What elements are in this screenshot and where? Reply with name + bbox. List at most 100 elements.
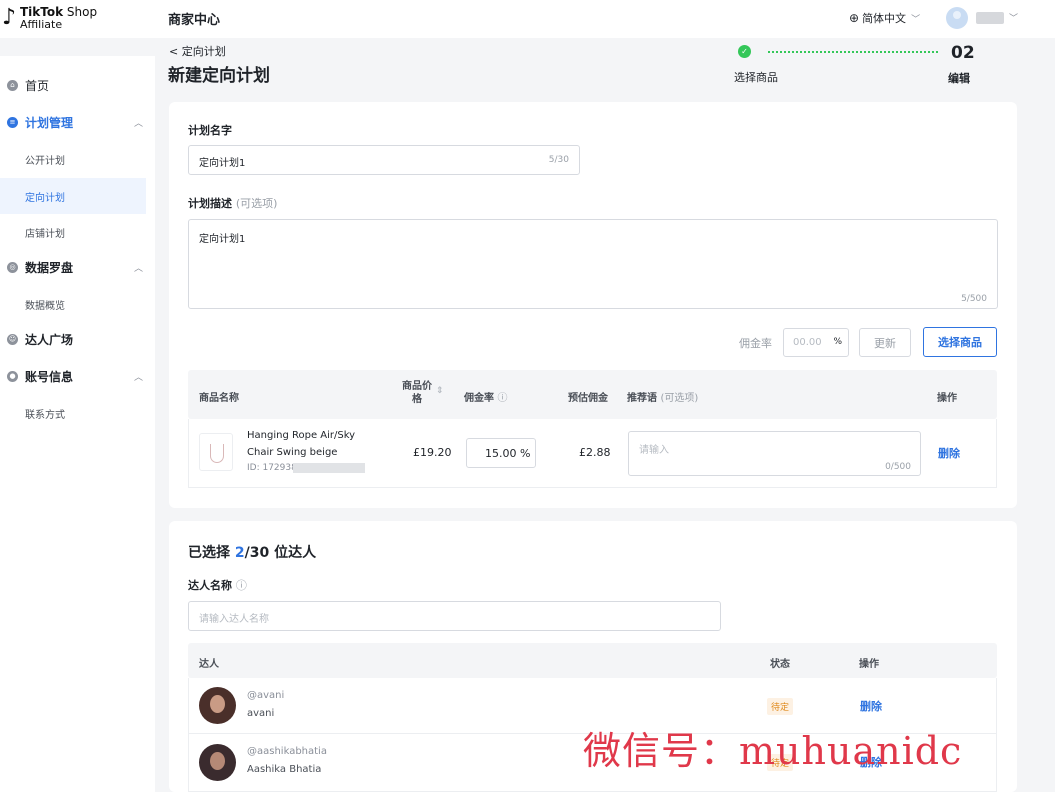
delete-product-button[interactable]: 删除 bbox=[938, 445, 960, 461]
table-row: Hanging Rope Air/Sky Chair Swing beige I… bbox=[188, 419, 997, 488]
creator-handle[interactable]: @avani bbox=[247, 690, 284, 701]
sidebar-item-label: 账号信息 bbox=[25, 369, 74, 384]
creator-table-header: 达人 状态 操作 bbox=[188, 643, 997, 678]
logo-brand: TikTok bbox=[20, 5, 64, 19]
globe-icon: ⊕ bbox=[849, 11, 860, 25]
sidebar-item-home[interactable]: ⌂ 首页 bbox=[0, 68, 155, 102]
sidebar-item-account-info[interactable]: ● 账号信息 ︿ bbox=[0, 359, 155, 393]
sidebar-item-label: 公开计划 bbox=[25, 155, 65, 167]
col-price[interactable]: 商品价格 bbox=[402, 380, 432, 406]
recommend-input[interactable]: 请输入 0/500 bbox=[628, 431, 921, 476]
tiktok-logo-icon: ♪ bbox=[2, 5, 17, 30]
optional-hint: (可选项) bbox=[235, 197, 278, 210]
home-icon: ⌂ bbox=[7, 79, 18, 91]
plan-desc-textarea[interactable]: 定向计划1 5/500 bbox=[188, 219, 998, 309]
plan-name-value: 定向计划1 bbox=[199, 158, 246, 169]
product-est-commission: £2.88 bbox=[579, 446, 611, 459]
creator-icon: ☺ bbox=[7, 333, 18, 345]
sidebar-item-public-plan[interactable]: 公开计划 bbox=[0, 141, 146, 177]
sidebar-item-label: 数据罗盘 bbox=[25, 260, 74, 275]
col-commission: 佣金率 ⓘ bbox=[464, 389, 507, 404]
col-product-name: 商品名称 bbox=[199, 393, 239, 404]
user-menu-chevron-icon[interactable]: ﹀ bbox=[1009, 11, 1018, 24]
sidebar-item-label: 定向计划 bbox=[25, 192, 65, 204]
check-icon: ✓ bbox=[738, 45, 751, 58]
delete-creator-button[interactable]: 删除 bbox=[860, 698, 882, 714]
commission-rate-label: 佣金率 bbox=[739, 337, 772, 350]
step2-number: 02 bbox=[951, 43, 975, 63]
chevron-down-icon: ﹀ bbox=[911, 14, 921, 25]
plan-name-counter: 5/30 bbox=[548, 155, 569, 165]
compass-icon: ◎ bbox=[7, 261, 18, 273]
title-prefix: 已选择 bbox=[188, 545, 235, 561]
chevron-up-icon: ︿ bbox=[134, 372, 144, 383]
col-commission-text: 佣金率 bbox=[464, 393, 494, 404]
col-recommend: 推荐语 (可选项) bbox=[627, 389, 698, 404]
language-selector[interactable]: ⊕ 简体中文 ﹀ bbox=[849, 10, 920, 26]
optional-hint: (可选项) bbox=[660, 393, 699, 404]
step-progress-line bbox=[768, 51, 938, 53]
step1-label: 选择商品 bbox=[734, 71, 778, 84]
title-suffix: /30 位达人 bbox=[244, 545, 317, 561]
plan-desc-label: 计划描述 (可选项) bbox=[188, 195, 277, 211]
sidebar-item-contact[interactable]: 联系方式 bbox=[0, 395, 146, 431]
col-recommend-text: 推荐语 bbox=[627, 393, 657, 404]
sidebar-item-label: 数据概览 bbox=[25, 300, 65, 312]
product-price: £19.20 bbox=[413, 446, 452, 459]
creator-avatar bbox=[199, 744, 236, 781]
product-id: ID: 172938 bbox=[247, 463, 297, 473]
sidebar-item-creator-plaza[interactable]: ☺ 达人广场 bbox=[0, 322, 155, 356]
info-icon[interactable]: ⓘ bbox=[497, 393, 507, 404]
col-status: 状态 bbox=[770, 659, 790, 670]
plan-desc-label-text: 计划描述 bbox=[188, 197, 232, 210]
sidebar-item-label: 联系方式 bbox=[25, 409, 65, 421]
sidebar-item-label: 店铺计划 bbox=[25, 228, 65, 240]
page-title: 新建定向计划 bbox=[168, 66, 270, 86]
sidebar-item-shop-plan[interactable]: 店铺计划 bbox=[0, 214, 146, 250]
creator-name-label: 达人名称 ⓘ bbox=[188, 577, 247, 593]
step2-label: 编辑 bbox=[948, 72, 970, 85]
plan-name-label: 计划名字 bbox=[188, 124, 232, 137]
sidebar-item-plan-management[interactable]: ≡ 计划管理 ︿ bbox=[0, 105, 155, 139]
sidebar-item-label: 计划管理 bbox=[25, 115, 74, 130]
product-table-header: 商品名称 商品价格 ⇕ 佣金率 ⓘ 预估佣金 推荐语 (可选项) 操作 bbox=[188, 370, 997, 419]
col-action: 操作 bbox=[859, 659, 879, 670]
info-icon[interactable]: ⓘ bbox=[236, 579, 247, 592]
tiktok-shop-logo[interactable]: ♪ TikTok Shop Affiliate bbox=[0, 4, 110, 34]
sidebar: ⌂ 首页 ≡ 计划管理 ︿ 公开计划 定向计划 店铺计划 ◎ 数据罗盘 ︿ 数据… bbox=[0, 56, 155, 792]
logo-shop: Shop bbox=[63, 5, 98, 19]
sidebar-item-data-overview[interactable]: 数据概览 bbox=[0, 286, 146, 322]
plan-name-input[interactable]: 定向计划1 5/30 bbox=[188, 145, 580, 175]
selected-creators-title: 已选择 2/30 位达人 bbox=[188, 542, 316, 562]
select-products-button[interactable]: 选择商品 bbox=[923, 327, 997, 357]
watermark-text: 微信号：muhuanidc bbox=[583, 729, 963, 773]
product-thumbnail bbox=[199, 433, 233, 471]
creator-handle[interactable]: @aashikabhatia bbox=[247, 746, 327, 757]
chevron-up-icon: ︿ bbox=[134, 263, 144, 274]
logo-affiliate: Affiliate bbox=[20, 18, 63, 31]
sidebar-item-targeted-plan[interactable]: 定向计划 bbox=[0, 178, 146, 214]
creator-name-label-text: 达人名称 bbox=[188, 579, 232, 592]
sidebar-item-data-compass[interactable]: ◎ 数据罗盘 ︿ bbox=[0, 250, 155, 284]
creator-name: avani bbox=[247, 708, 275, 719]
commission-rate-input[interactable]: 00.00 % bbox=[783, 328, 849, 357]
user-avatar[interactable] bbox=[946, 7, 968, 29]
col-price-line2: 格 bbox=[412, 394, 422, 405]
creator-name: Aashika Bhatia bbox=[247, 764, 322, 775]
chevron-up-icon: ︿ bbox=[134, 118, 144, 129]
back-link[interactable]: < 定向计划 bbox=[169, 43, 226, 59]
product-commission-input[interactable]: 15.00 % bbox=[466, 438, 536, 468]
selected-count: 2 bbox=[234, 545, 245, 561]
user-name-redacted[interactable] bbox=[976, 12, 1004, 24]
update-button[interactable]: 更新 bbox=[859, 328, 911, 357]
sort-icon[interactable]: ⇕ bbox=[436, 386, 444, 396]
product-name[interactable]: Hanging Rope Air/Sky Chair Swing beige bbox=[247, 427, 377, 461]
language-label: 简体中文 bbox=[862, 12, 907, 25]
plan-icon: ≡ bbox=[7, 116, 18, 128]
col-creator: 达人 bbox=[199, 659, 219, 670]
product-commission-value: 15.00 % bbox=[485, 447, 531, 460]
plan-desc-counter: 5/500 bbox=[961, 294, 987, 304]
creator-search-input[interactable]: 请输入达人名称 bbox=[188, 601, 721, 631]
sidebar-item-label: 达人广场 bbox=[25, 332, 74, 347]
col-est-commission: 预估佣金 bbox=[568, 393, 608, 404]
